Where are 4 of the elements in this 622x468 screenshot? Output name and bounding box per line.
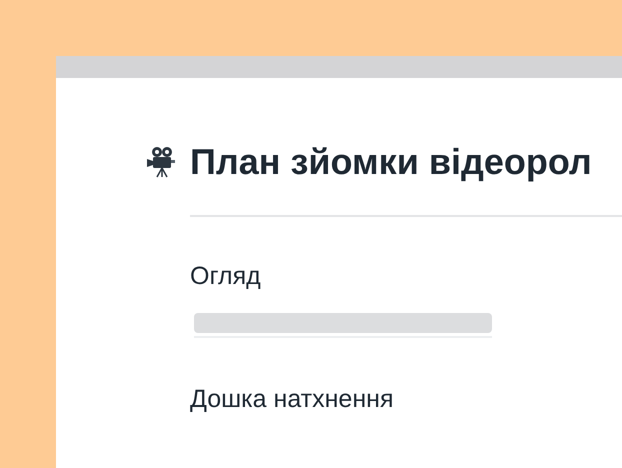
movie-camera-icon — [146, 146, 176, 178]
page-title: План зйомки відеорол — [190, 140, 592, 184]
section-heading: Огляд — [190, 261, 262, 292]
section-heading: Дошка натхнення — [190, 384, 394, 414]
